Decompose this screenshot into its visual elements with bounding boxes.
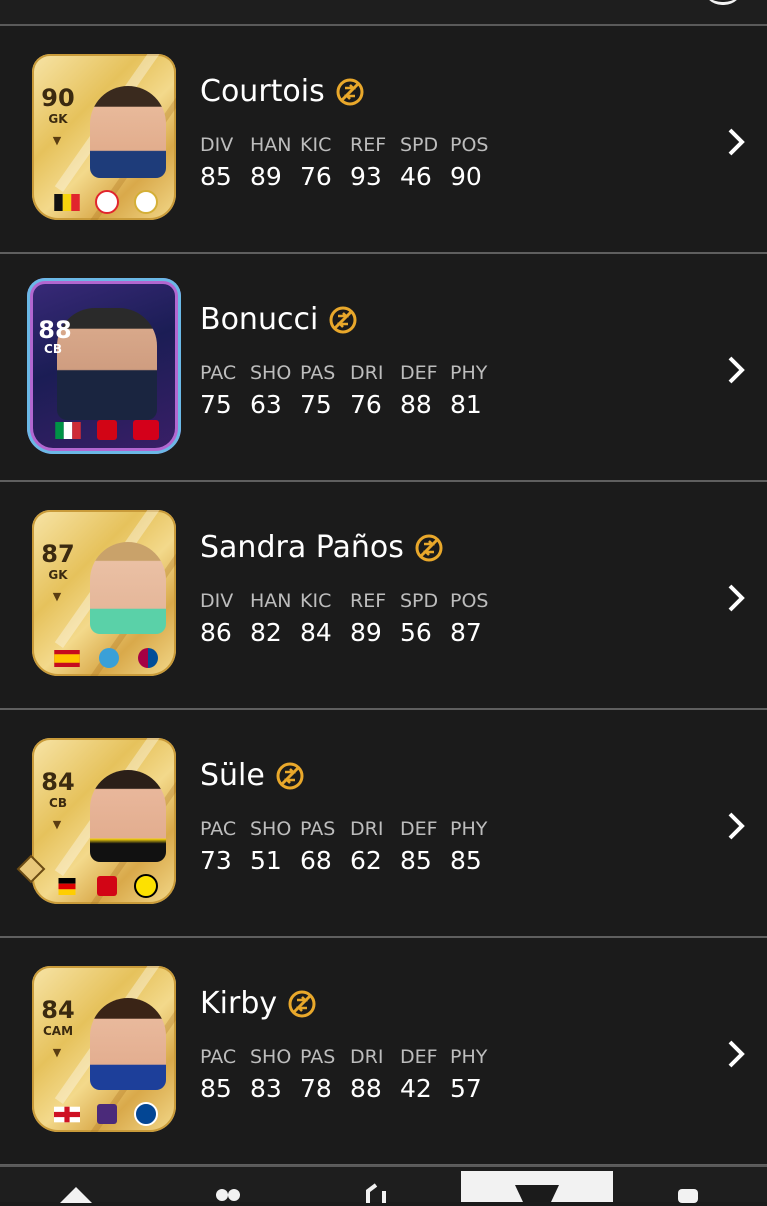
player-name: Bonucci <box>200 302 358 337</box>
league-icon <box>97 876 117 896</box>
chemistry-icon: ▼ <box>52 1046 62 1059</box>
stats-row: DIV 85 HAN 89 KIC 76 REF 93 SPD 46 POS 90 <box>200 134 489 191</box>
player-card: 87 GK ▼ <box>32 510 176 676</box>
chevron-right-icon[interactable] <box>725 810 747 842</box>
untradeable-icon <box>336 78 364 105</box>
untradeable-icon <box>288 990 316 1017</box>
bottom-nav <box>0 1165 767 1203</box>
player-name: Sandra Paños <box>200 530 444 565</box>
player-list: 90 GK ▼ Courtois DIV 85 HAN 89 KIC 76 REF 93… <box>0 26 767 1166</box>
league-icon <box>95 190 119 214</box>
club-icon <box>138 648 158 668</box>
player-card: 84 CAM ▼ <box>32 966 176 1132</box>
card-badges <box>54 190 158 214</box>
chevron-right-icon[interactable] <box>725 354 747 386</box>
chevron-right-icon[interactable] <box>725 582 747 614</box>
nation-flag-icon <box>54 193 80 211</box>
card-badges <box>55 420 159 440</box>
player-row[interactable]: 84 CAM ▼ Kirby PAC 85 SHO 83 PAS 78 DRI 88 D… <box>0 938 767 1166</box>
nation-flag-icon <box>55 421 81 439</box>
card-position: CB <box>44 342 62 356</box>
club-icon <box>134 1102 158 1126</box>
store-tab[interactable] <box>461 1171 613 1202</box>
chemistry-icon: ▼ <box>52 134 62 147</box>
stats-row: PAC 75 SHO 63 PAS 75 DRI 76 DEF 88 PHY 81 <box>200 362 488 419</box>
card-rating: 84 <box>41 768 75 796</box>
player-name: Kirby <box>200 986 317 1021</box>
top-right-control[interactable] <box>703 0 743 5</box>
card-rating: 88 <box>38 316 72 344</box>
card-badges <box>54 1102 158 1126</box>
player-card: 90 GK ▼ <box>32 54 176 220</box>
untradeable-icon <box>329 306 357 333</box>
evolution-badge-icon <box>16 854 46 884</box>
card-position: CB <box>49 796 67 810</box>
league-icon <box>97 420 117 440</box>
league-icon <box>99 648 119 668</box>
player-name: Courtois <box>200 74 365 109</box>
player-portrait <box>90 542 166 634</box>
nation-flag-icon <box>54 1106 80 1122</box>
chevron-right-icon[interactable] <box>725 1038 747 1070</box>
player-row[interactable]: 88 CB Bonucci PAC 75 SHO 63 PAS 75 DRI 76 DE… <box>0 254 767 482</box>
card-badges <box>54 874 158 898</box>
player-row[interactable]: 90 GK ▼ Courtois DIV 85 HAN 89 KIC 76 REF 93… <box>0 26 767 254</box>
nation-flag-icon <box>58 877 76 895</box>
untradeable-icon <box>276 762 304 789</box>
top-bar <box>0 0 767 26</box>
player-portrait <box>90 770 166 862</box>
card-rating: 90 <box>41 84 75 112</box>
card-position: CAM <box>42 1024 74 1038</box>
card-rating: 84 <box>41 996 75 1024</box>
league-icon <box>97 1104 117 1124</box>
stats-row: PAC 73 SHO 51 PAS 68 DRI 62 DEF 85 PHY 85 <box>200 818 488 875</box>
untradeable-icon <box>415 534 443 561</box>
stats-row: DIV 86 HAN 82 KIC 84 REF 89 SPD 56 POS 87 <box>200 590 489 647</box>
player-row[interactable]: 87 GK ▼ Sandra Paños DIV 86 HAN 82 KIC 84 R… <box>0 482 767 710</box>
player-card: 88 CB <box>27 278 181 454</box>
player-name: Süle <box>200 758 305 793</box>
card-rating: 87 <box>41 540 75 568</box>
player-portrait <box>90 998 166 1090</box>
card-badges <box>54 648 158 668</box>
stats-row: PAC 85 SHO 83 PAS 78 DRI 88 DEF 42 PHY 57 <box>200 1046 488 1103</box>
chevron-right-icon[interactable] <box>725 126 747 158</box>
player-portrait <box>90 86 166 178</box>
nation-flag-icon <box>54 649 80 667</box>
player-row[interactable]: 84 CB ▼ Süle PAC 73 SHO 51 PAS 68 DRI 62 DEF… <box>0 710 767 938</box>
club-icon <box>133 420 159 440</box>
chemistry-icon: ▼ <box>52 590 62 603</box>
chemistry-icon: ▼ <box>52 818 62 831</box>
player-card: 84 CB ▼ <box>32 738 176 904</box>
club-icon <box>134 874 158 898</box>
card-position: GK <box>48 112 68 126</box>
store-icon <box>515 1185 559 1202</box>
club-icon <box>134 190 158 214</box>
card-position: GK <box>48 568 68 582</box>
